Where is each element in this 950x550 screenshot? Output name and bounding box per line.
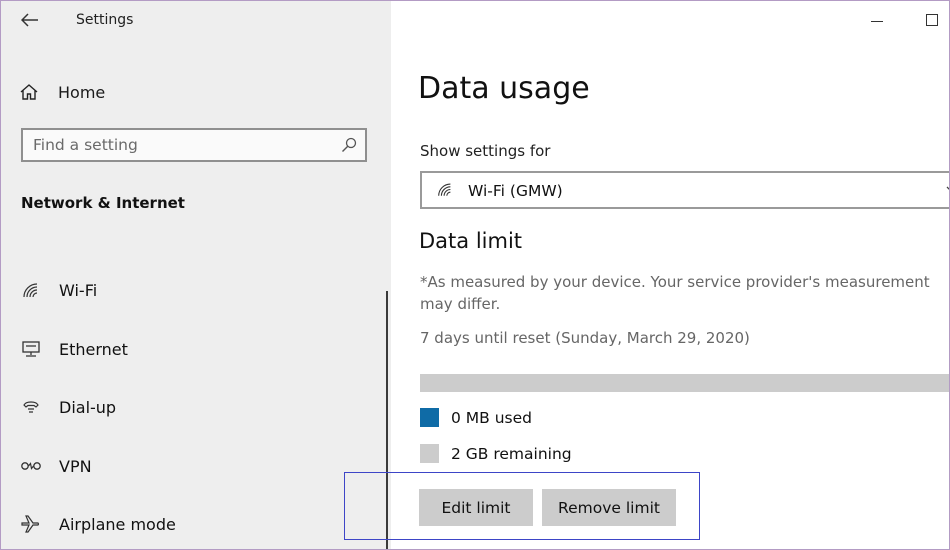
used-swatch [420,408,439,427]
minimize-button[interactable] [861,9,891,33]
network-dropdown[interactable]: Wi-Fi (GMW) [420,171,949,209]
legend-remaining: 2 GB remaining [420,444,572,463]
sidebar-scrollbar[interactable] [386,291,388,549]
home-nav-item[interactable]: Home [19,79,359,105]
edit-limit-button[interactable]: Edit limit [419,489,533,526]
main-content: Data usage Show settings for Wi-Fi (GMW)… [391,1,949,549]
app-title: Settings [76,12,134,28]
dialup-icon [19,396,43,418]
measurement-note: *As measured by your device. Your servic… [420,273,930,313]
chevron-down-icon [946,186,949,190]
sidebar-item-label: Airplane mode [59,514,176,534]
sidebar: Settings Home Network & Internet Wi-Fi [1,1,391,549]
reset-text: 7 days until reset (Sunday, March 29, 20… [420,329,750,347]
back-button[interactable] [17,8,43,32]
settings-window: Settings Home Network & Internet Wi-Fi [0,0,950,550]
remove-limit-button[interactable]: Remove limit [542,489,676,526]
ethernet-icon [19,338,43,360]
sidebar-item-ethernet[interactable]: Ethernet [19,334,359,364]
legend-used: 0 MB used [420,408,532,427]
data-limit-heading: Data limit [419,229,523,253]
show-settings-label: Show settings for [420,142,551,160]
home-icon [20,84,38,100]
sidebar-item-airplane-mode[interactable]: Airplane mode [19,509,359,539]
search-box[interactable] [21,128,367,162]
sidebar-item-label: VPN [59,456,92,476]
used-label: 0 MB used [451,408,532,427]
search-input[interactable] [33,130,333,160]
sidebar-item-vpn[interactable]: VPN [19,451,359,481]
home-label: Home [58,82,106,102]
sidebar-item-wifi[interactable]: Wi-Fi [19,275,359,305]
maximize-button[interactable] [921,9,949,33]
usage-progress-bar [420,374,949,392]
network-dropdown-value: Wi-Fi (GMW) [468,182,563,200]
remaining-swatch [420,444,439,463]
sidebar-item-label: Ethernet [59,339,128,359]
vpn-icon [19,455,43,477]
section-title: Network & Internet [21,194,185,212]
sidebar-item-dialup[interactable]: Dial-up [19,392,359,422]
airplane-icon [19,513,43,535]
page-title: Data usage [418,71,590,106]
remaining-label: 2 GB remaining [451,444,572,463]
sidebar-item-label: Wi-Fi [59,280,98,300]
search-icon[interactable] [341,137,357,153]
sidebar-item-label: Dial-up [59,397,117,417]
wifi-icon [438,183,451,196]
wifi-icon [19,279,43,301]
back-arrow-icon [21,13,38,27]
